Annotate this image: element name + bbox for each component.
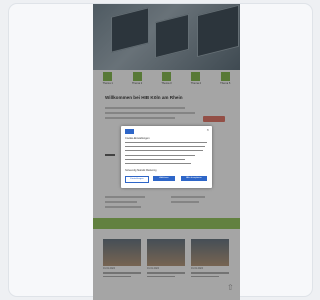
text-line bbox=[125, 159, 185, 161]
dialog-title: Cookie-Einstellungen bbox=[125, 137, 150, 140]
accept-all-button[interactable]: Alle akzeptieren bbox=[181, 176, 207, 181]
logo-icon bbox=[125, 129, 134, 134]
close-icon[interactable]: × bbox=[207, 128, 209, 132]
reject-button[interactable]: Ablehnen bbox=[153, 176, 175, 181]
text-line bbox=[125, 155, 195, 157]
text-line bbox=[125, 146, 205, 148]
mobile-page: Thema 1 Thema 2 Thema 3 Thema 4 Thema 5 … bbox=[93, 4, 240, 300]
cookie-consent-dialog: × Cookie-Einstellungen Notwendig Statist… bbox=[121, 126, 212, 188]
scroll-up-icon[interactable]: ⇧ bbox=[227, 283, 234, 292]
text-line bbox=[125, 163, 191, 165]
settings-button[interactable]: Einstellungen bbox=[125, 176, 149, 183]
text-line bbox=[125, 142, 207, 144]
consent-options[interactable]: Notwendig Statistik Marketing bbox=[125, 169, 157, 172]
text-line bbox=[125, 150, 203, 152]
